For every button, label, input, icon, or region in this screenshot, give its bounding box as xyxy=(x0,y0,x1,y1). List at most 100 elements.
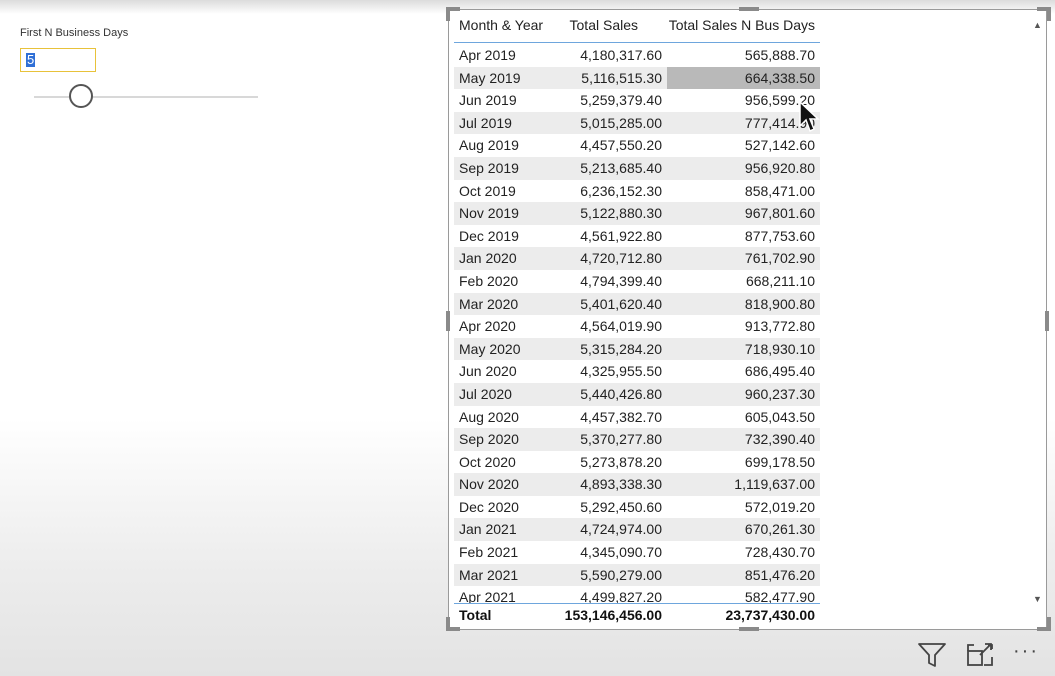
table-row[interactable]: Mar 2021 5,590,279.00 851,476.20 xyxy=(454,563,820,587)
cell-total-sales: 4,564,019.90 xyxy=(580,318,662,335)
cell-month: Jan 2021 xyxy=(459,521,517,538)
column-header-total-sales-n-bus-days[interactable]: Total Sales N Bus Days xyxy=(669,17,815,33)
cell-total-sales-n-bus-days: 761,702.90 xyxy=(744,250,815,267)
cell-total-sales: 5,015,285.00 xyxy=(580,114,662,131)
table-header: Month & Year Total Sales Total Sales N B… xyxy=(454,14,820,43)
cell-total-sales-n-bus-days: 670,261.30 xyxy=(744,521,815,538)
table-row[interactable]: Jun 2019 5,259,379.40 956,599.20 xyxy=(454,89,820,112)
cell-total-sales: 4,325,955.50 xyxy=(580,363,662,380)
resize-handle-bottom-right-v[interactable] xyxy=(1047,617,1051,631)
cell-total-sales-n-bus-days: 818,900.80 xyxy=(744,295,815,312)
cell-total-sales-n-bus-days: 686,495.40 xyxy=(744,363,815,380)
cell-total-sales: 5,259,379.40 xyxy=(580,92,662,109)
cell-month: Jul 2019 xyxy=(459,114,512,131)
table-row[interactable]: Mar 2020 5,401,620.40 818,900.80 xyxy=(454,292,820,316)
resize-handle-bottom-left-v[interactable] xyxy=(446,617,450,631)
table-row[interactable]: Dec 2019 4,561,922.80 877,753.60 xyxy=(454,225,820,248)
cell-month: Jan 2020 xyxy=(459,250,517,267)
cell-month: May 2020 xyxy=(459,340,521,357)
cell-total-sales-n-bus-days: 877,753.60 xyxy=(744,227,815,244)
slicer-value-input[interactable]: 5 xyxy=(20,48,96,72)
cell-month: Apr 2020 xyxy=(459,318,516,335)
scroll-down-icon[interactable]: ▼ xyxy=(1033,594,1042,604)
cell-total-sales: 5,590,279.00 xyxy=(580,566,662,583)
table-row[interactable]: May 2019 5,116,515.30 664,338.50 xyxy=(454,66,820,90)
table-row[interactable]: Nov 2019 5,122,880.30 967,801.60 xyxy=(454,202,820,225)
table-row[interactable]: Apr 2019 4,180,317.60 565,888.70 xyxy=(454,44,820,67)
total-label: Total xyxy=(459,607,492,623)
table-body: Apr 2019 4,180,317.60 565,888.70 May 2019 5… xyxy=(454,44,820,604)
cell-month: Nov 2019 xyxy=(459,205,519,222)
slider-thumb[interactable] xyxy=(69,84,93,108)
table-row[interactable]: Oct 2020 5,273,878.20 699,178.50 xyxy=(454,451,820,474)
cell-total-sales: 4,345,090.70 xyxy=(580,544,662,561)
cell-total-sales: 4,180,317.60 xyxy=(580,47,662,63)
table-row[interactable]: Jun 2020 4,325,955.50 686,495.40 xyxy=(454,360,820,383)
column-header-total-sales[interactable]: Total Sales xyxy=(570,17,638,33)
column-header-month[interactable]: Month & Year xyxy=(459,17,543,33)
cell-total-sales: 4,724,974.00 xyxy=(580,521,662,538)
table-row[interactable]: May 2020 5,315,284.20 718,930.10 xyxy=(454,337,820,361)
resize-handle-left[interactable] xyxy=(446,311,450,331)
cell-total-sales-n-bus-days: 967,801.60 xyxy=(744,205,815,222)
cell-total-sales-n-bus-days: 960,237.30 xyxy=(744,385,815,402)
cell-total-sales-n-bus-days: 728,430.70 xyxy=(744,544,815,561)
cell-total-sales: 4,893,338.30 xyxy=(580,476,662,493)
cell-total-sales: 4,457,550.20 xyxy=(580,137,662,154)
cell-total-sales: 4,499,827.20 xyxy=(580,589,662,604)
resize-handle-top-right-v[interactable] xyxy=(1047,7,1051,21)
focus-mode-icon[interactable] xyxy=(966,641,994,669)
table-row[interactable]: Oct 2019 6,236,152.30 858,471.00 xyxy=(454,180,820,203)
table-row[interactable]: Apr 2020 4,564,019.90 913,772.80 xyxy=(454,315,820,338)
cell-total-sales: 4,720,712.80 xyxy=(580,250,662,267)
table-row[interactable]: Sep 2019 5,213,685.40 956,920.80 xyxy=(454,156,820,180)
cell-total-sales-n-bus-days: 1,119,637.00 xyxy=(734,476,815,493)
cell-month: Sep 2019 xyxy=(459,159,519,176)
total-sales-n-bus-days-value: 23,737,430.00 xyxy=(725,607,815,623)
slider-track[interactable] xyxy=(34,96,258,98)
cell-month: Feb 2020 xyxy=(459,272,519,289)
cell-month: Jun 2020 xyxy=(459,363,517,380)
cell-total-sales-n-bus-days: 956,920.80 xyxy=(744,159,815,176)
table-row[interactable]: Jan 2021 4,724,974.00 670,261.30 xyxy=(454,518,820,542)
resize-handle-top[interactable] xyxy=(739,7,759,11)
resize-handle-right[interactable] xyxy=(1045,311,1049,331)
table-row[interactable]: Sep 2020 5,370,277.80 732,390.40 xyxy=(454,428,820,451)
cell-total-sales-n-bus-days: 565,888.70 xyxy=(744,47,815,63)
table-row[interactable]: Feb 2021 4,345,090.70 728,430.70 xyxy=(454,541,820,564)
cell-total-sales: 5,370,277.80 xyxy=(580,431,662,448)
table-row[interactable]: Jan 2020 4,720,712.80 761,702.90 xyxy=(454,247,820,270)
table-row[interactable]: Jul 2020 5,440,426.80 960,237.30 xyxy=(454,382,820,406)
cell-total-sales: 5,401,620.40 xyxy=(580,295,662,312)
more-options-icon[interactable]: ··· xyxy=(1013,641,1039,661)
table-total-row: Total 153,146,456.00 23,737,430.00 xyxy=(454,603,820,628)
cell-total-sales-n-bus-days: 664,338.50 xyxy=(744,69,815,86)
cell-total-sales: 5,213,685.40 xyxy=(580,159,662,176)
table-row[interactable]: Feb 2020 4,794,399.40 668,211.10 xyxy=(454,270,820,293)
table-row[interactable]: Aug 2020 4,457,382.70 605,043.50 xyxy=(454,406,820,429)
cell-total-sales: 6,236,152.30 xyxy=(580,182,662,199)
table-row[interactable]: Jul 2019 5,015,285.00 777,414.90 xyxy=(454,111,820,135)
table-row[interactable]: Apr 2021 4,499,827.20 582,477.90 xyxy=(454,586,820,604)
filter-icon[interactable] xyxy=(917,641,947,669)
cell-month: Apr 2019 xyxy=(459,47,516,63)
cell-total-sales-n-bus-days: 732,390.40 xyxy=(744,431,815,448)
cell-total-sales-n-bus-days: 605,043.50 xyxy=(744,408,815,425)
resize-handle-top-left-v[interactable] xyxy=(446,7,450,21)
cell-total-sales: 4,794,399.40 xyxy=(580,272,662,289)
cell-total-sales-n-bus-days: 582,477.90 xyxy=(744,589,815,604)
cell-total-sales: 5,440,426.80 xyxy=(580,385,662,402)
cell-total-sales: 4,457,382.70 xyxy=(580,408,662,425)
table-row[interactable]: Nov 2020 4,893,338.30 1,119,637.00 xyxy=(454,473,820,496)
cell-total-sales: 5,273,878.20 xyxy=(580,453,662,470)
cell-total-sales: 5,122,880.30 xyxy=(580,205,662,222)
table-scrollbar[interactable]: ▲ ▼ xyxy=(1033,14,1045,610)
table-row[interactable]: Aug 2019 4,457,550.20 527,142.60 xyxy=(454,134,820,157)
cell-total-sales: 5,292,450.60 xyxy=(580,498,662,515)
cell-total-sales-n-bus-days: 527,142.60 xyxy=(744,137,815,154)
cell-month: Feb 2021 xyxy=(459,544,519,561)
cell-month: Jul 2020 xyxy=(459,385,512,402)
cell-month: Sep 2020 xyxy=(459,431,519,448)
scroll-up-icon[interactable]: ▲ xyxy=(1033,20,1042,30)
table-row[interactable]: Dec 2020 5,292,450.60 572,019.20 xyxy=(454,496,820,519)
